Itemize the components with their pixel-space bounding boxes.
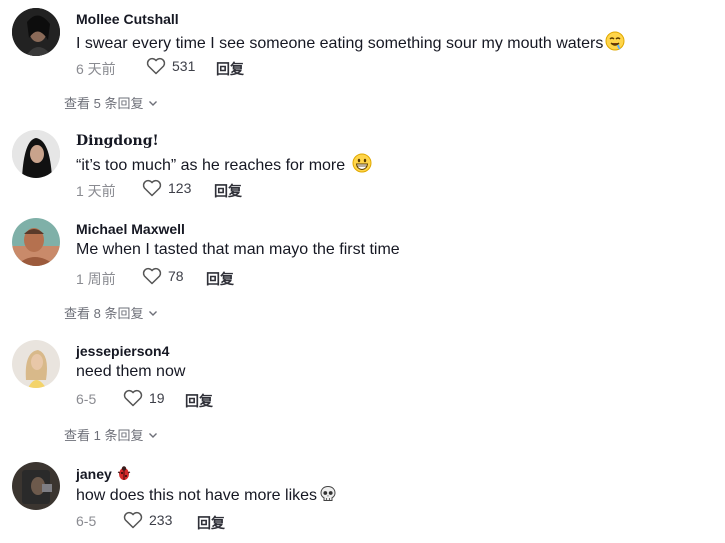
comment-text: how does this not have more likes [76, 485, 337, 508]
chevron-down-icon [149, 100, 158, 106]
drooling-face-icon [605, 31, 625, 56]
heart-outline-icon [142, 179, 162, 197]
comment-time: 6 天前 [76, 61, 116, 77]
avatar[interactable] [12, 340, 60, 388]
reply-button[interactable]: 回复 [216, 59, 244, 79]
like-count: 531 [172, 58, 196, 74]
heart-outline-icon [123, 511, 143, 529]
like-button[interactable]: 78 [142, 267, 184, 285]
comment-text: need them now [76, 363, 186, 380]
reply-button[interactable]: 回复 [185, 391, 213, 411]
comment-time: 6-5 [76, 513, 97, 529]
comment-text-content: how does this not have more likes [76, 487, 318, 504]
comment-username[interactable]: Dingdong! [76, 133, 159, 149]
comment-text: “it’s too much” as he reaches for more [76, 153, 372, 178]
like-count: 78 [168, 268, 184, 284]
heart-outline-icon [123, 389, 143, 407]
like-button[interactable]: 233 [123, 511, 172, 529]
comment-time: 6-5 [76, 391, 97, 407]
view-replies-button[interactable]: 查看 1 条回复 [64, 425, 159, 444]
view-replies-button[interactable]: 查看 8 条回复 [64, 303, 159, 322]
comment-text-content: “it’s too much” as he reaches for more [76, 157, 346, 174]
comment-text: Me when I tasted that man mayo the first… [76, 241, 400, 258]
like-button[interactable]: 123 [142, 179, 191, 197]
avatar[interactable] [12, 130, 60, 178]
comment-username[interactable]: janey [76, 465, 132, 484]
reply-button[interactable]: 回复 [197, 513, 225, 533]
view-replies-label: 查看 5 条回复 [64, 96, 144, 111]
comment-username[interactable]: Mollee Cutshall [76, 11, 179, 27]
reply-button[interactable]: 回复 [214, 181, 242, 201]
comment-username-text: janey [76, 466, 112, 482]
like-count: 233 [149, 512, 173, 528]
view-replies-label: 查看 8 条回复 [64, 306, 144, 321]
heart-outline-icon [146, 57, 166, 75]
comment-time: 1 周前 [76, 271, 116, 287]
heart-outline-icon [142, 267, 162, 285]
view-replies-label: 查看 1 条回复 [64, 428, 144, 443]
comment-username[interactable]: Michael Maxwell [76, 221, 185, 237]
avatar[interactable] [12, 218, 60, 266]
comment-text-content: I swear every time I see someone eating … [76, 35, 604, 52]
skull-icon [319, 485, 337, 508]
avatar[interactable] [12, 8, 60, 56]
chevron-down-icon [149, 432, 158, 438]
comment-time: 1 天前 [76, 183, 116, 199]
like-count: 19 [149, 390, 165, 406]
chevron-down-icon [149, 310, 158, 316]
comment-text: I swear every time I see someone eating … [76, 31, 625, 56]
like-count: 123 [168, 180, 192, 196]
comment-username[interactable]: jessepierson4 [76, 343, 169, 359]
grinning-face-icon [352, 153, 372, 178]
reply-button[interactable]: 回复 [206, 269, 234, 289]
view-replies-button[interactable]: 查看 5 条回复 [64, 93, 159, 112]
beetle-icon [116, 465, 132, 484]
avatar[interactable] [12, 462, 60, 510]
like-button[interactable]: 19 [123, 389, 165, 407]
like-button[interactable]: 531 [146, 57, 195, 75]
